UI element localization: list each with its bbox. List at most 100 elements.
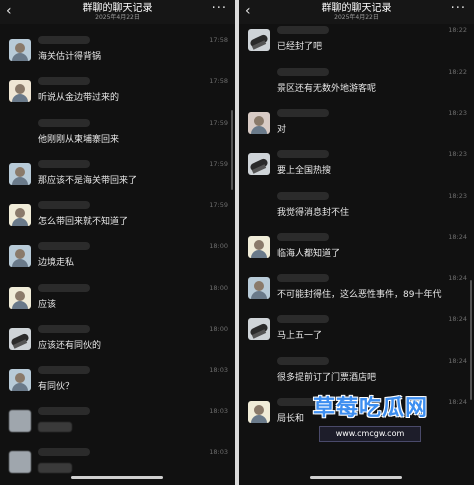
sender-name-redacted (277, 233, 329, 241)
message-time: 18:00 (209, 242, 228, 250)
avatar[interactable] (248, 277, 270, 299)
sender-name-redacted (38, 77, 90, 85)
message-time: 18:03 (209, 366, 228, 374)
list-item[interactable]: 我觉得消息封不住 18:23 (239, 192, 474, 232)
avatar[interactable] (248, 153, 270, 175)
home-indicator (71, 476, 163, 479)
message-text: 要上全国热搜 (277, 166, 332, 176)
list-item[interactable]: 18:03 (0, 407, 235, 447)
sender-name-redacted (38, 36, 90, 44)
sender-name-redacted (277, 68, 329, 76)
avatar[interactable] (9, 451, 31, 473)
message-text: 临海人都知道了 (277, 249, 341, 259)
avatar[interactable] (9, 80, 31, 102)
message-text: 马上五一了 (277, 331, 323, 341)
message-text-redacted (38, 422, 72, 432)
message-time: 18:00 (209, 284, 228, 292)
site-watermark: 草莓吃瓜网 www.cmcgw.com (305, 396, 465, 446)
list-item[interactable]: 对 18:23 (239, 109, 474, 149)
message-text: 我觉得消息封不住 (277, 208, 350, 218)
avatar[interactable] (9, 204, 31, 226)
chat-history-panel-left: ‹ 群聊的聊天记录 2025年4月22日 ··· 海关估计得背锅 17:58 听… (0, 0, 235, 485)
message-time: 17:59 (209, 201, 228, 209)
avatar[interactable] (9, 410, 31, 432)
list-item[interactable]: 海关估计得背锅 17:58 (0, 36, 235, 76)
sender-name-redacted (38, 242, 90, 250)
list-item[interactable]: 边境走私 18:00 (0, 242, 235, 282)
message-time: 18:03 (209, 407, 228, 415)
top-bar: ‹ 群聊的聊天记录 2025年4月22日 ··· (0, 0, 235, 24)
home-indicator (310, 476, 402, 479)
message-text: 局长和 (277, 414, 305, 424)
message-text: 海关估计得背锅 (38, 52, 102, 62)
message-time: 17:59 (209, 160, 228, 168)
message-text: 不可能封得住，这么恶性事件，89十年代 (277, 290, 442, 300)
page-date: 2025年4月22日 (334, 14, 379, 21)
avatar[interactable] (9, 287, 31, 309)
sender-name-redacted (277, 192, 329, 200)
message-time: 18:23 (448, 192, 467, 200)
list-item[interactable]: 怎么带回来就不知道了 17:59 (0, 201, 235, 241)
avatar[interactable] (248, 401, 270, 423)
message-time: 18:23 (448, 150, 467, 158)
sender-name-redacted (38, 325, 90, 333)
sender-name-redacted (38, 119, 90, 127)
sender-name-redacted (277, 26, 329, 34)
sender-name-redacted (277, 150, 329, 158)
watermark-url: www.cmcgw.com (319, 426, 421, 442)
list-item[interactable]: 应该还有同伙的 18:00 (0, 325, 235, 365)
list-item[interactable]: 听说从金边带过来的 17:58 (0, 77, 235, 117)
avatar[interactable] (9, 39, 31, 61)
message-time: 18:23 (448, 109, 467, 117)
list-item[interactable]: 已经封了吧 18:22 (239, 26, 474, 66)
list-item[interactable]: 应该 18:00 (0, 284, 235, 324)
message-text: 景区还有无数外地游客呢 (277, 84, 377, 94)
message-time: 18:24 (448, 274, 467, 282)
message-text: 听说从金边带过来的 (38, 93, 120, 103)
message-time: 17:58 (209, 36, 228, 44)
list-item[interactable]: 要上全国热搜 18:23 (239, 150, 474, 190)
list-item[interactable]: 不可能封得住，这么恶性事件，89十年代 18:24 (239, 274, 474, 314)
list-item[interactable]: 有同伙？ 18:03 (0, 366, 235, 406)
message-time: 18:24 (448, 357, 467, 365)
message-text: 边境走私 (38, 258, 75, 268)
message-text: 应该 (38, 300, 57, 310)
watermark-title: 草莓吃瓜网 (313, 396, 429, 421)
message-text: 已经封了吧 (277, 42, 323, 52)
sender-name-redacted (277, 357, 329, 365)
avatar[interactable] (9, 369, 31, 391)
message-text: 他刚刚从柬埔寨回来 (38, 135, 120, 145)
more-options-icon[interactable]: ··· (451, 1, 466, 17)
list-item[interactable]: 18:03 (0, 448, 235, 485)
list-item[interactable]: 临海人都知道了 18:24 (239, 233, 474, 273)
list-item[interactable]: 很多提前订了门票酒店吧 18:24 (239, 357, 474, 397)
sender-name-redacted (38, 448, 90, 456)
avatar[interactable] (9, 163, 31, 185)
avatar[interactable] (248, 112, 270, 134)
message-text: 很多提前订了门票酒店吧 (277, 373, 377, 383)
sender-name-redacted (277, 109, 329, 117)
message-time: 18:22 (448, 68, 467, 76)
avatar[interactable] (9, 245, 31, 267)
sender-name-redacted (38, 407, 90, 415)
screenshot-collage: ‹ 群聊的聊天记录 2025年4月22日 ··· 海关估计得背锅 17:58 听… (0, 0, 474, 485)
message-time: 17:58 (209, 77, 228, 85)
list-item[interactable]: 那应该不是海关带回来了 17:59 (0, 160, 235, 200)
message-time: 18:24 (448, 315, 467, 323)
avatar[interactable] (248, 318, 270, 340)
message-time: 18:24 (448, 233, 467, 241)
message-time: 18:00 (209, 325, 228, 333)
avatar[interactable] (248, 236, 270, 258)
more-options-icon[interactable]: ··· (212, 1, 227, 17)
list-item[interactable]: 他刚刚从柬埔寨回来 17:59 (0, 119, 235, 159)
sender-name-redacted (38, 284, 90, 292)
avatar[interactable] (9, 328, 31, 350)
message-text: 对 (277, 125, 287, 135)
avatar[interactable] (248, 29, 270, 51)
list-item[interactable]: 马上五一了 18:24 (239, 315, 474, 355)
message-text: 应该还有同伙的 (38, 341, 102, 351)
top-bar: ‹ 群聊的聊天记录 2025年4月22日 ··· (239, 0, 474, 24)
message-text-redacted (38, 463, 72, 473)
list-item[interactable]: 景区还有无数外地游客呢 18:22 (239, 68, 474, 108)
page-date: 2025年4月22日 (95, 14, 140, 21)
